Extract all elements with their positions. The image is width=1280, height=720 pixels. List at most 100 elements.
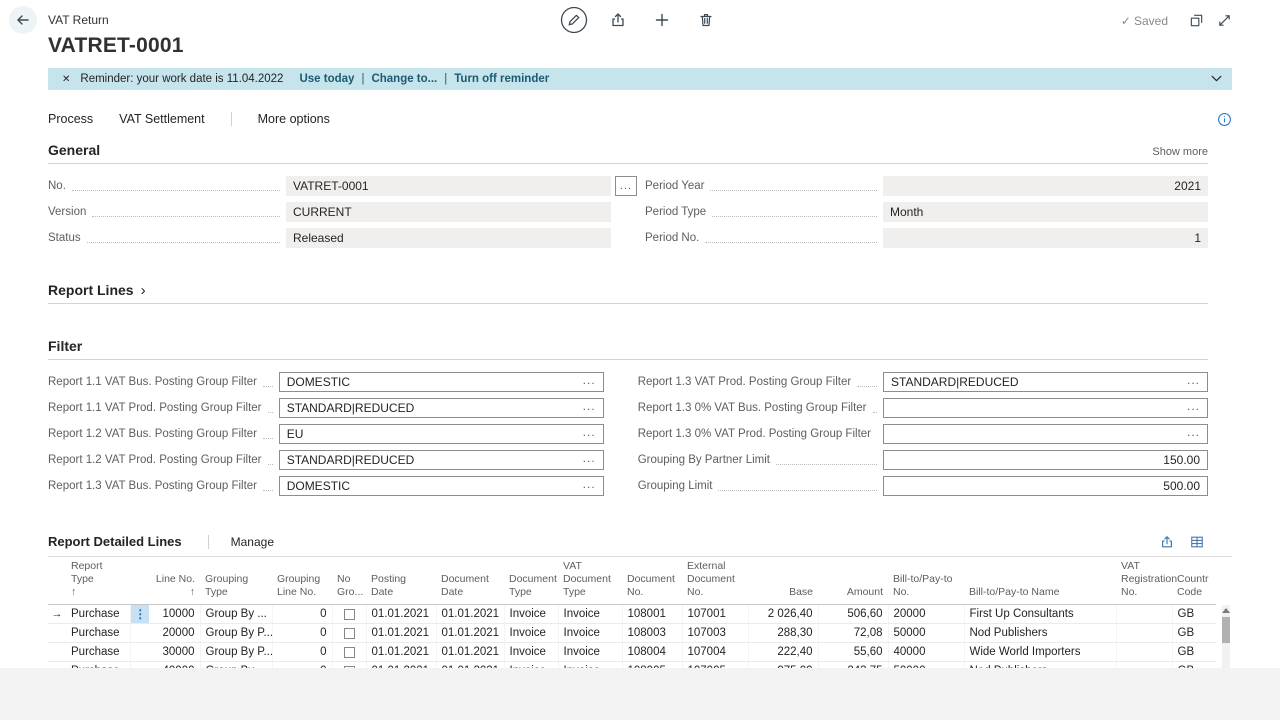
menu-item-more-options[interactable]: More options (258, 112, 330, 126)
field-value[interactable]: STANDARD|REDUCED... (278, 450, 604, 470)
field-value[interactable]: ... (883, 424, 1208, 444)
column-header-no_grouping[interactable]: No Gro... (332, 557, 366, 606)
menu-item-vat-settlement[interactable]: VAT Settlement (119, 112, 204, 126)
cell-external_document_no[interactable]: 107001 (682, 604, 749, 625)
cell-posting_date[interactable]: 01.01.2021 (366, 604, 437, 625)
cell-bill_to_name[interactable]: First Up Consultants (964, 604, 1117, 625)
cell-vat_registration_no[interactable] (1116, 642, 1173, 663)
lookup-button[interactable]: ... (583, 477, 596, 491)
column-header-country_code[interactable]: Countr Code (1172, 557, 1216, 606)
cell-document_date[interactable]: 01.01.2021 (436, 604, 505, 625)
no-grouping-checkbox[interactable] (343, 646, 355, 658)
filter-section-header[interactable]: Filter (48, 338, 1208, 360)
cell-document_type[interactable]: Invoice (504, 661, 559, 668)
field-value[interactable]: ... (883, 398, 1208, 418)
column-header-vat_document_type[interactable]: VAT Document Type (558, 557, 622, 606)
table-row[interactable]: Purchase 30000 Group By P... 0 01.01.2021 01.… (48, 642, 1216, 663)
cell-document_no[interactable]: 108004 (622, 642, 683, 663)
cell-base[interactable]: 2 026,40 (748, 604, 819, 625)
lookup-button[interactable]: ... (1187, 425, 1200, 439)
vertical-scrollbar[interactable] (1222, 605, 1230, 668)
cell-country_code[interactable]: GB (1172, 604, 1216, 625)
cell-amount[interactable]: 55,60 (818, 642, 889, 663)
column-header-document_date[interactable]: Document Date (436, 557, 504, 606)
lookup-button[interactable]: ... (1187, 399, 1200, 413)
cell-bill_to_name[interactable]: Nod Publishers (964, 661, 1117, 668)
cell-bill_to_no[interactable]: 50000 (888, 623, 965, 644)
table-row[interactable]: → Purchase ⋮ 10000 Group By ... 0 01.01.2021 01… (48, 604, 1216, 625)
cell-bill_to_no[interactable]: 50000 (888, 661, 965, 668)
column-header-line_no[interactable]: Line No. ↑ (150, 557, 200, 606)
column-header-report_type[interactable]: Report Type ↑ (66, 557, 130, 606)
cell-document_date[interactable]: 01.01.2021 (436, 661, 505, 668)
cell-document_date[interactable]: 01.01.2021 (436, 642, 505, 663)
chevron-down-icon[interactable] (1211, 75, 1222, 82)
show-more-link[interactable]: Show more (1152, 146, 1208, 158)
share-part-button[interactable] (1160, 535, 1174, 549)
lookup-button[interactable]: ... (1187, 373, 1200, 387)
cell-posting_date[interactable]: 01.01.2021 (366, 642, 437, 663)
resize-button[interactable] (1216, 12, 1232, 28)
assist-edit-button[interactable]: ... (615, 176, 637, 196)
cell-report_type[interactable]: Purchase (66, 604, 131, 625)
delete-button[interactable] (691, 5, 721, 35)
cell-posting_date[interactable]: 01.01.2021 (366, 661, 437, 668)
menu-item-process[interactable]: Process (48, 112, 93, 126)
cell-bill_to_name[interactable]: Wide World Importers (964, 642, 1117, 663)
cell-document_type[interactable]: Invoice (504, 642, 559, 663)
cell-vat_registration_no[interactable] (1116, 661, 1173, 668)
field-value[interactable]: 150.00 (883, 450, 1208, 470)
share-button[interactable] (603, 5, 633, 35)
field-value[interactable]: 500.00 (883, 476, 1208, 496)
add-button[interactable] (647, 5, 677, 35)
cell-no_grouping[interactable] (332, 623, 367, 644)
column-header-document_no[interactable]: Document No. (622, 557, 682, 606)
field-value[interactable]: EU... (278, 424, 604, 444)
cell-document_no[interactable]: 108003 (622, 623, 683, 644)
notification-action-use-today[interactable]: Use today (299, 73, 354, 85)
column-header-document_type[interactable]: Document Type (504, 557, 558, 606)
cell-grouping_line_no[interactable]: 0 (272, 604, 333, 625)
cell-base[interactable]: 975,00 (748, 661, 819, 668)
column-header-grouping_line_no[interactable]: Grouping Line No. (272, 557, 332, 606)
column-header-posting_date[interactable]: Posting Date (366, 557, 436, 606)
cell-country_code[interactable]: GB (1172, 642, 1216, 663)
cell-country_code[interactable]: GB (1172, 661, 1216, 668)
cell-vat_document_type[interactable]: Invoice (558, 623, 623, 644)
open-in-excel-button[interactable] (1190, 535, 1204, 549)
cell-report_type[interactable]: Purchase (66, 642, 131, 663)
table-row[interactable]: Purchase 40000Group By ...0 01.01.202101.0… (48, 661, 1216, 668)
column-header-bill_to_no[interactable]: Bill-to/Pay-to No. (888, 557, 964, 606)
cell-amount[interactable]: 72,08 (818, 623, 889, 644)
cell-report_type[interactable]: Purchase (66, 661, 131, 668)
cell-amount[interactable]: 243,75 (818, 661, 889, 668)
lookup-button[interactable]: ... (583, 425, 596, 439)
cell-grouping_type[interactable]: Group By ... (200, 661, 273, 668)
cell-document_type[interactable]: Invoice (504, 623, 559, 644)
cell-external_document_no[interactable]: 107003 (682, 623, 749, 644)
cell-line_no[interactable]: 20000 (150, 623, 201, 644)
cell-base[interactable]: 288,30 (748, 623, 819, 644)
cell-grouping_type[interactable]: Group By ... (200, 604, 273, 625)
lookup-button[interactable]: ... (583, 399, 596, 413)
cell-amount[interactable]: 506,60 (818, 604, 889, 625)
cell-country_code[interactable]: GB (1172, 623, 1216, 644)
back-button[interactable] (9, 6, 37, 34)
column-header-bill_to_name[interactable]: Bill-to/Pay-to Name (964, 557, 1116, 606)
cell-document_date[interactable]: 01.01.2021 (436, 623, 505, 644)
info-button[interactable] (1217, 112, 1232, 127)
general-section-header[interactable]: General Show more (48, 142, 1208, 164)
cell-line_no[interactable]: 10000 (150, 604, 201, 625)
field-value[interactable]: STANDARD|REDUCED... (883, 372, 1208, 392)
cell-no_grouping[interactable] (332, 604, 367, 625)
manage-menu[interactable]: Manage (231, 535, 274, 549)
cell-report_type[interactable]: Purchase (66, 623, 131, 644)
table-row[interactable]: Purchase 20000 Group By P... 0 01.01.2021 01.… (48, 623, 1216, 644)
cell-no_grouping[interactable] (332, 661, 367, 668)
edit-button[interactable] (559, 5, 589, 35)
cell-grouping_line_no[interactable]: 0 (272, 642, 333, 663)
cell-vat_document_type[interactable]: Invoice (558, 661, 623, 668)
row-menu-icon[interactable]: ⋮ (131, 605, 150, 623)
cell-vat_document_type[interactable]: Invoice (558, 642, 623, 663)
cell-bill_to_no[interactable]: 40000 (888, 642, 965, 663)
